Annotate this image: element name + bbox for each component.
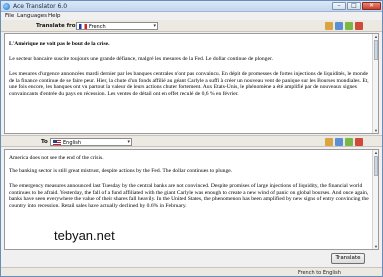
app-globe-icon bbox=[3, 3, 10, 10]
menu-file[interactable]: File bbox=[5, 13, 14, 19]
scroll-down-icon[interactable]: ▼ bbox=[373, 128, 378, 133]
source-paragraph: Le secteur bancaire suscite toujours une… bbox=[9, 56, 273, 62]
scroll-up-icon[interactable]: ▲ bbox=[373, 150, 378, 155]
to-label: To bbox=[41, 139, 48, 145]
target-paragraph: The banking sector is still great mistru… bbox=[9, 168, 233, 174]
target-paragraph: The emergency measures announced last Tu… bbox=[9, 183, 369, 209]
scroll-thumb[interactable] bbox=[374, 156, 378, 176]
status-bar: French to English bbox=[1, 267, 382, 276]
translate-button[interactable]: Translate bbox=[331, 253, 365, 264]
status-direction: French to English bbox=[298, 270, 341, 276]
close-button[interactable]: ✕ bbox=[362, 2, 381, 10]
paste-icon[interactable] bbox=[325, 22, 333, 30]
source-headline: L'Amérique ne voit pas le bout de la cri… bbox=[9, 41, 110, 47]
target-paragraph: America does not see the end of the cris… bbox=[9, 155, 104, 161]
source-language-value: French bbox=[89, 24, 106, 30]
source-text-area[interactable]: L'Amérique ne voit pas le bout de la cri… bbox=[4, 33, 379, 134]
copy-icon[interactable] bbox=[345, 22, 353, 30]
menu-help[interactable]: Help bbox=[48, 13, 61, 19]
maximize-button[interactable]: □ bbox=[347, 2, 361, 10]
target-scrollbar[interactable]: ▲ ▼ bbox=[372, 150, 378, 249]
source-toolbar: Translate from French ▾ bbox=[1, 20, 382, 32]
source-paragraph: Les mesures d'urgence annoncées mardi de… bbox=[9, 71, 369, 97]
chevron-down-icon: ▾ bbox=[127, 139, 130, 145]
paste-icon[interactable] bbox=[325, 138, 333, 146]
flag-us-icon bbox=[53, 140, 61, 145]
chevron-down-icon: ▾ bbox=[153, 23, 156, 29]
app-window: Ace Translator 6.0 – □ ✕ File Languages … bbox=[0, 0, 383, 277]
copy-icon[interactable] bbox=[345, 138, 353, 146]
source-language-select[interactable]: French ▾ bbox=[76, 22, 158, 30]
translate-from-label: Translate from bbox=[36, 23, 82, 29]
menu-languages[interactable]: Languages bbox=[17, 13, 47, 19]
title-bar[interactable]: Ace Translator 6.0 – □ ✕ bbox=[1, 1, 382, 12]
scroll-thumb[interactable] bbox=[374, 40, 378, 60]
menu-bar: File Languages Help bbox=[1, 12, 382, 20]
window-title: Ace Translator 6.0 bbox=[13, 3, 68, 10]
minimize-button[interactable]: – bbox=[332, 2, 346, 10]
scroll-up-icon[interactable]: ▲ bbox=[373, 34, 378, 39]
speak-icon[interactable] bbox=[335, 138, 343, 146]
target-language-select[interactable]: English ▾ bbox=[50, 138, 132, 146]
clear-icon[interactable] bbox=[355, 22, 363, 30]
target-toolbar: To English ▾ bbox=[1, 135, 382, 147]
flag-fr-icon bbox=[79, 24, 87, 29]
speak-icon[interactable] bbox=[335, 22, 343, 30]
target-language-value: English bbox=[63, 140, 82, 146]
clear-icon[interactable] bbox=[355, 138, 363, 146]
scroll-down-icon[interactable]: ▼ bbox=[373, 244, 378, 249]
watermark-text: tebyan.net bbox=[54, 228, 115, 243]
source-scrollbar[interactable]: ▲ ▼ bbox=[372, 34, 378, 133]
